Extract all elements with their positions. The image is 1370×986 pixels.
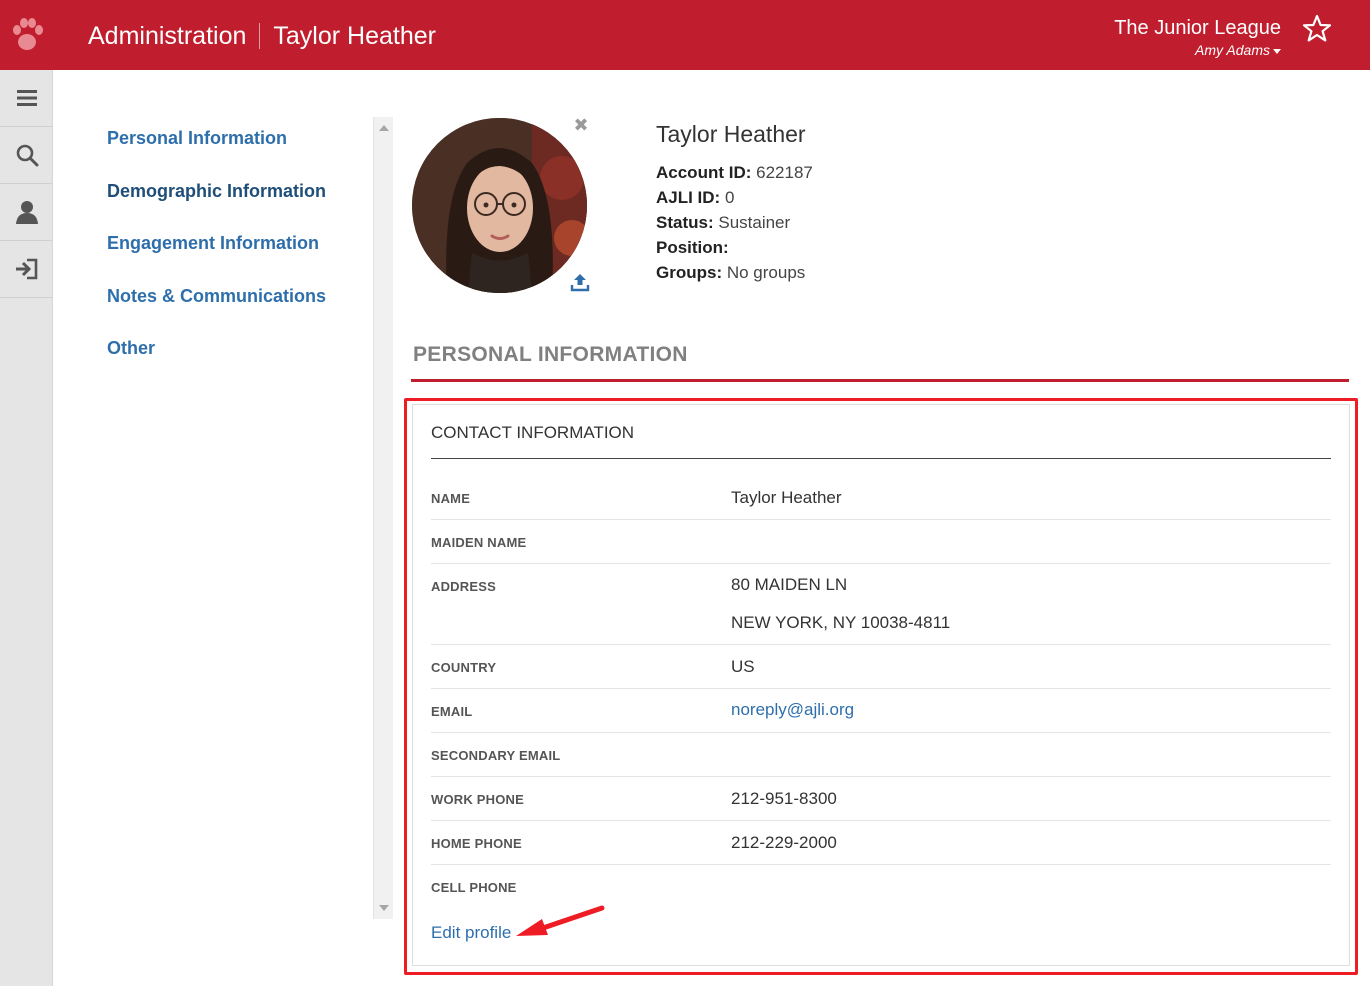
- icon-rail: [0, 70, 53, 986]
- ajli-id-line: AJLI ID: 0: [656, 185, 813, 210]
- nav-personal-information[interactable]: Personal Information: [107, 128, 326, 181]
- org-name: The Junior League: [1114, 17, 1281, 39]
- status-label: Status:: [656, 213, 714, 232]
- annotation-highlight-box: [404, 398, 1358, 975]
- account-id-label: Account ID:: [656, 163, 752, 182]
- app-title: Administration: [88, 21, 247, 50]
- top-bar: Administration Taylor Heather The Junior…: [0, 0, 1370, 70]
- position-label: Position:: [656, 238, 729, 257]
- search-icon: [16, 144, 38, 167]
- account-id-line: Account ID: 622187: [656, 160, 813, 185]
- upload-icon[interactable]: [570, 272, 590, 292]
- rail-menu[interactable]: [0, 70, 53, 127]
- record-title: Taylor Heather: [273, 21, 436, 50]
- rail-profile[interactable]: [0, 184, 53, 241]
- nav-notes-communications[interactable]: Notes & Communications: [107, 286, 326, 339]
- paw-icon[interactable]: [8, 14, 46, 54]
- scroll-down-icon[interactable]: [379, 905, 389, 911]
- annotation-arrow-icon: [516, 905, 605, 936]
- star-icon[interactable]: [1302, 14, 1332, 44]
- sign-in-icon: [15, 258, 37, 280]
- groups-label: Groups:: [656, 263, 723, 282]
- title-divider: [259, 23, 261, 49]
- groups-value: No groups: [726, 263, 806, 282]
- user-name: Amy Adams: [1195, 42, 1270, 58]
- status-line: Status: Sustainer: [656, 210, 813, 235]
- section-nav-scrollbar[interactable]: [373, 117, 393, 919]
- rail-search[interactable]: [0, 127, 53, 184]
- profile-photo: [412, 118, 587, 293]
- groups-line: Groups: No groups: [656, 260, 813, 285]
- org-switcher[interactable]: The Junior League Amy Adams: [1114, 16, 1281, 59]
- ajli-id-label: AJLI ID:: [656, 188, 721, 207]
- close-icon[interactable]: ✖: [572, 116, 590, 134]
- page-title: Administration Taylor Heather: [88, 19, 436, 53]
- position-line: Position:: [656, 235, 813, 260]
- scroll-up-icon[interactable]: [379, 125, 389, 131]
- caret-down-icon: [1273, 48, 1281, 54]
- section-heading: PERSONAL INFORMATION: [413, 343, 688, 366]
- avatar: [412, 118, 587, 293]
- ajli-id-value: 0: [724, 188, 735, 207]
- rail-signout[interactable]: [0, 241, 53, 298]
- status-value: Sustainer: [718, 213, 791, 232]
- user-menu[interactable]: Amy Adams: [1114, 41, 1281, 59]
- user-icon: [15, 201, 38, 224]
- menu-icon: [16, 90, 37, 106]
- nav-demographic-information[interactable]: Demographic Information: [107, 181, 326, 234]
- profile-facts: Account ID: 622187 AJLI ID: 0 Status: Su…: [656, 160, 813, 285]
- profile-name: Taylor Heather: [656, 121, 806, 147]
- nav-engagement-information[interactable]: Engagement Information: [107, 233, 326, 286]
- section-divider: [411, 379, 1349, 382]
- nav-other[interactable]: Other: [107, 338, 326, 391]
- account-id-value: 622187: [756, 163, 813, 182]
- section-nav: Personal Information Demographic Informa…: [107, 128, 326, 391]
